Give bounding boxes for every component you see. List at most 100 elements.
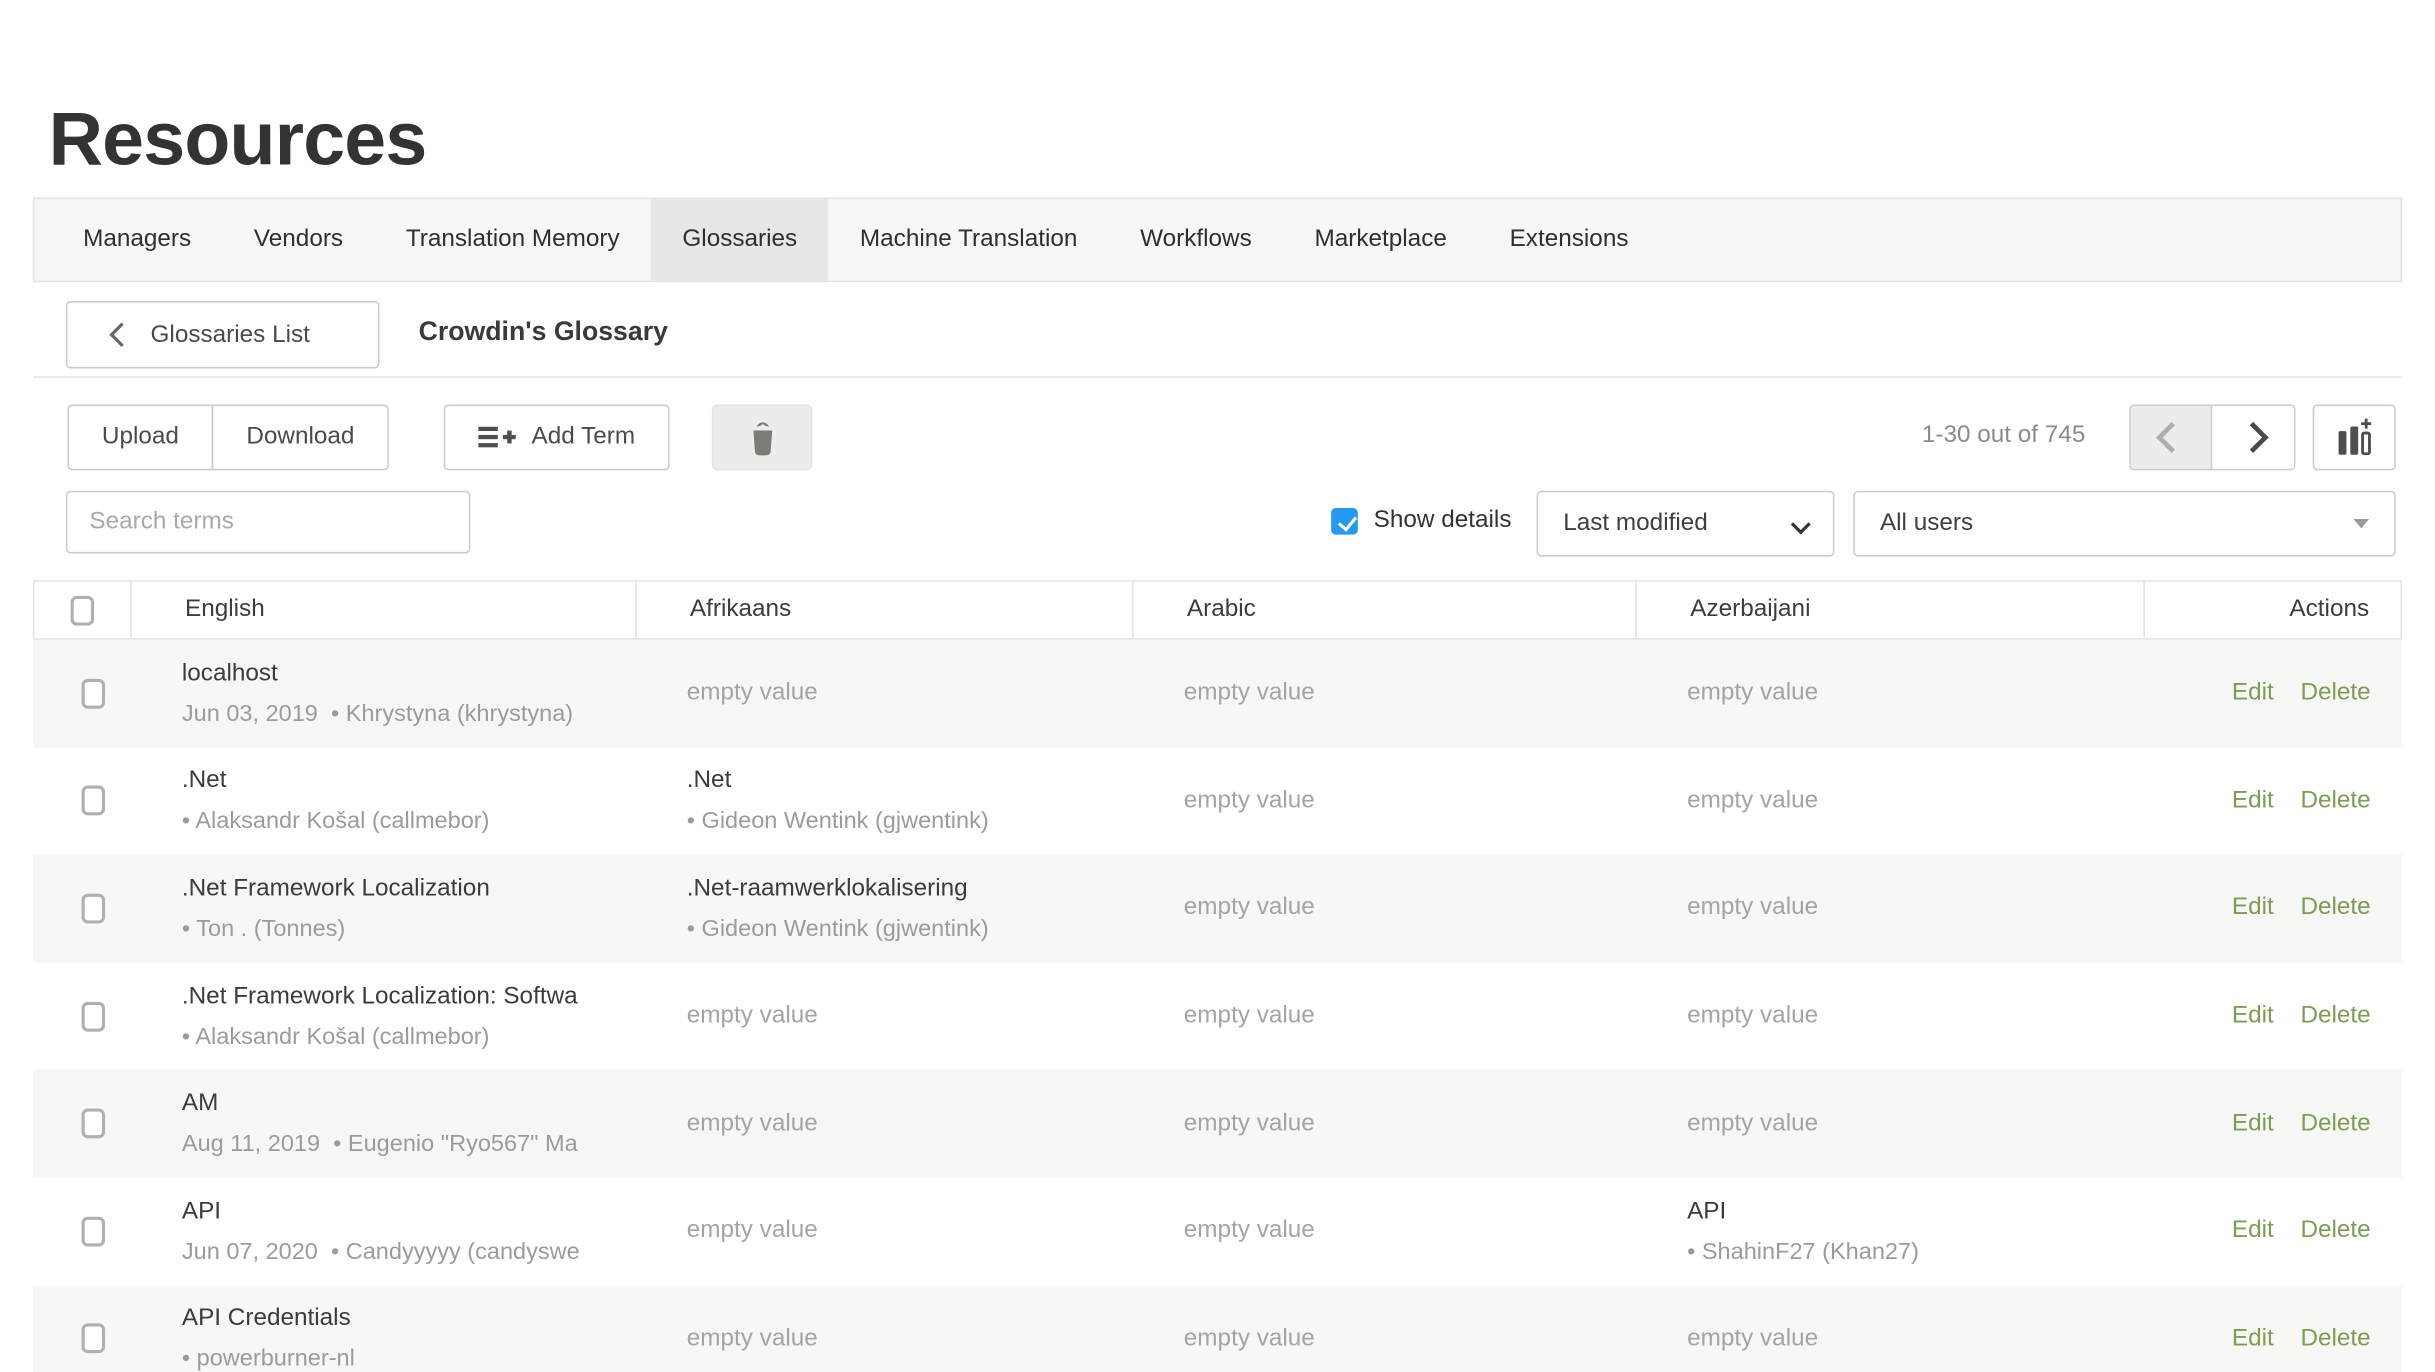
tab-label: Machine Translation <box>860 226 1078 254</box>
edit-link[interactable]: Edit <box>2232 787 2274 815</box>
edit-link[interactable]: Edit <box>2232 1110 2274 1138</box>
tab-managers[interactable]: Managers <box>52 199 223 281</box>
term-text: .Net <box>687 767 1131 794</box>
delete-link[interactable]: Delete <box>2300 1110 2370 1138</box>
configure-columns-button[interactable] <box>2313 405 2396 471</box>
select-all-checkbox[interactable] <box>71 595 95 625</box>
show-details-checkbox[interactable] <box>1331 507 1358 534</box>
term-text: .Net-raamwerklokalisering <box>687 875 1131 902</box>
chevron-right-icon <box>2238 422 2269 453</box>
cell-arabic: empty value <box>1130 1070 1633 1178</box>
table-row: localhost Jun 03, 2019 • Khrystyna (khry… <box>33 640 2402 748</box>
delete-link[interactable]: Delete <box>2300 1002 2370 1030</box>
column-header-english: English <box>130 582 635 638</box>
cell-arabic: empty value <box>1130 640 1633 748</box>
cell-actions: Edit Delete <box>2142 1070 2402 1178</box>
cell-azerbaijani: API • ShahinF27 (Khan27) <box>1634 1177 2142 1285</box>
chevron-down-icon <box>1791 514 1811 534</box>
term-text: AM <box>182 1090 634 1117</box>
cell-afrikaans: empty value <box>633 640 1130 748</box>
table-row: .Net • Alaksandr Košal (callmebor) .Net … <box>33 747 2402 855</box>
cell-afrikaans: empty value <box>633 1070 1130 1178</box>
download-button[interactable]: Download <box>212 405 389 471</box>
tab-translation-memory[interactable]: Translation Memory <box>374 199 651 281</box>
row-checkbox[interactable] <box>82 894 106 924</box>
delete-link[interactable]: Delete <box>2300 894 2370 922</box>
show-details-label: Show details <box>1374 506 1512 534</box>
term-text: .Net Framework Localization: Softwa <box>182 982 634 1009</box>
empty-value: empty value <box>1184 1002 1634 1030</box>
empty-value: empty value <box>687 679 1131 707</box>
cell-afrikaans: empty value <box>633 962 1130 1070</box>
empty-value: empty value <box>1687 679 2142 707</box>
prev-page-button[interactable] <box>2131 406 2213 469</box>
tab-label: Translation Memory <box>406 226 620 254</box>
upload-download-group: Upload Download <box>67 405 389 471</box>
tab-marketplace[interactable]: Marketplace <box>1283 199 1478 281</box>
back-button-label: Glossaries List <box>151 321 310 349</box>
term-text: localhost <box>182 660 634 687</box>
term-meta: • Alaksandr Košal (callmebor) <box>182 1023 634 1050</box>
row-checkbox[interactable] <box>82 1324 106 1354</box>
pagination-info: 1-30 out of 745 <box>1922 422 2086 450</box>
edit-link[interactable]: Edit <box>2232 894 2274 922</box>
table-row: .Net Framework Localization: Softwa • Al… <box>33 962 2402 1070</box>
cell-arabic: empty value <box>1130 855 1633 963</box>
tab-extensions[interactable]: Extensions <box>1478 199 1660 281</box>
cell-azerbaijani: empty value <box>1634 640 2142 748</box>
tab-label: Extensions <box>1510 226 1629 254</box>
tab-vendors[interactable]: Vendors <box>223 199 375 281</box>
sort-selected-value: Last modified <box>1563 510 1708 538</box>
term-meta: Jun 03, 2019 • Khrystyna (khrystyna) <box>182 701 634 728</box>
cell-azerbaijani: empty value <box>1634 1285 2142 1372</box>
glossaries-list-back-button[interactable]: Glossaries List <box>66 301 380 368</box>
delete-link[interactable]: Delete <box>2300 1325 2370 1353</box>
tab-label: Glossaries <box>682 226 797 254</box>
cell-actions: Edit Delete <box>2142 855 2402 963</box>
edit-link[interactable]: Edit <box>2232 1325 2274 1353</box>
trash-icon <box>744 417 780 458</box>
next-page-button[interactable] <box>2212 406 2294 469</box>
row-checkbox[interactable] <box>82 1216 106 1246</box>
cell-afrikaans: .Net • Gideon Wentink (gjwentink) <box>633 747 1130 855</box>
glossary-subheader: Glossaries List Crowdin's Glossary <box>33 301 2402 368</box>
edit-link[interactable]: Edit <box>2232 1002 2274 1030</box>
delete-link[interactable]: Delete <box>2300 679 2370 707</box>
row-checkbox[interactable] <box>82 1001 106 1031</box>
cell-actions: Edit Delete <box>2142 747 2402 855</box>
row-checkbox[interactable] <box>82 1109 106 1139</box>
term-meta: • ShahinF27 (Khan27) <box>1687 1238 2142 1265</box>
row-checkbox[interactable] <box>82 679 106 709</box>
empty-value: empty value <box>1687 894 2142 922</box>
edit-link[interactable]: Edit <box>2232 679 2274 707</box>
empty-value: empty value <box>1184 787 1634 815</box>
delete-link[interactable]: Delete <box>2300 787 2370 815</box>
column-header-azerbaijani: Azerbaijani <box>1635 582 2143 638</box>
tab-label: Workflows <box>1140 226 1252 254</box>
tab-workflows[interactable]: Workflows <box>1109 199 1283 281</box>
cell-english: .Net Framework Localization • Ton . (Ton… <box>129 855 634 963</box>
users-filter-dropdown[interactable]: All users <box>1853 491 2396 557</box>
term-meta: • Ton . (Tonnes) <box>182 916 634 943</box>
edit-link[interactable]: Edit <box>2232 1217 2274 1245</box>
tab-glossaries[interactable]: Glossaries <box>651 199 829 281</box>
upload-button[interactable]: Upload <box>67 405 213 471</box>
sort-select[interactable]: Last modified <box>1537 491 1835 557</box>
add-term-button[interactable]: Add Term <box>444 405 670 471</box>
empty-value: empty value <box>687 1002 1131 1030</box>
filter-row: Show details Last modified All users <box>33 491 2402 557</box>
cell-actions: Edit Delete <box>2142 962 2402 1070</box>
tab-machine-translation[interactable]: Machine Translation <box>829 199 1109 281</box>
cell-english: localhost Jun 03, 2019 • Khrystyna (khry… <box>129 640 634 748</box>
show-details-toggle[interactable]: Show details <box>1331 506 1511 534</box>
row-checkbox[interactable] <box>82 786 106 816</box>
resources-tabbar: Managers Vendors Translation Memory Glos… <box>33 198 2402 283</box>
term-text: .Net <box>182 767 634 794</box>
bulk-delete-button[interactable] <box>712 405 812 471</box>
glossary-terms-table: English Afrikaans Arabic Azerbaijani Act… <box>33 580 2402 1372</box>
glossary-title: Crowdin's Glossary <box>419 317 668 348</box>
tab-label: Managers <box>83 226 191 254</box>
delete-link[interactable]: Delete <box>2300 1217 2370 1245</box>
search-input[interactable] <box>66 491 471 554</box>
tab-label: Vendors <box>254 226 343 254</box>
